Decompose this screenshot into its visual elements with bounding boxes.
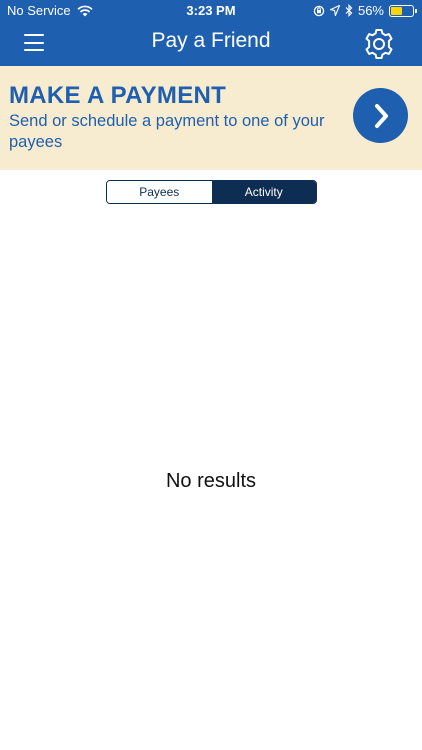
banner-subtext: Send or schedule a payment to one of you… [9,112,325,151]
page-title: Pay a Friend [151,29,271,52]
tab-payees[interactable]: Payees [107,181,212,203]
location-icon [329,5,340,16]
banner-headline: MAKE A PAYMENT [9,82,227,109]
status-bar: No Service 3:23 PM 56% [0,0,422,22]
battery-percent: 56% [357,3,384,18]
chevron-right-icon [369,102,393,130]
make-payment-banner[interactable]: MAKE A PAYMENT Send or schedule a paymen… [0,66,422,170]
orientation-lock-icon [313,5,325,17]
battery-icon [389,4,417,17]
nav-bar: Pay a Friend [0,22,422,66]
bluetooth-icon [345,4,353,17]
header: No Service 3:23 PM 56% Pay a Friend [0,0,422,66]
tab-activity[interactable]: Activity [211,181,316,203]
gear-icon[interactable] [362,27,396,61]
battery-fill [391,6,402,15]
empty-state-message: No results [165,470,257,492]
status-right: 56% [308,3,417,18]
tab-segmented-control: Payees Activity [106,180,317,204]
make-payment-button[interactable] [353,88,408,143]
